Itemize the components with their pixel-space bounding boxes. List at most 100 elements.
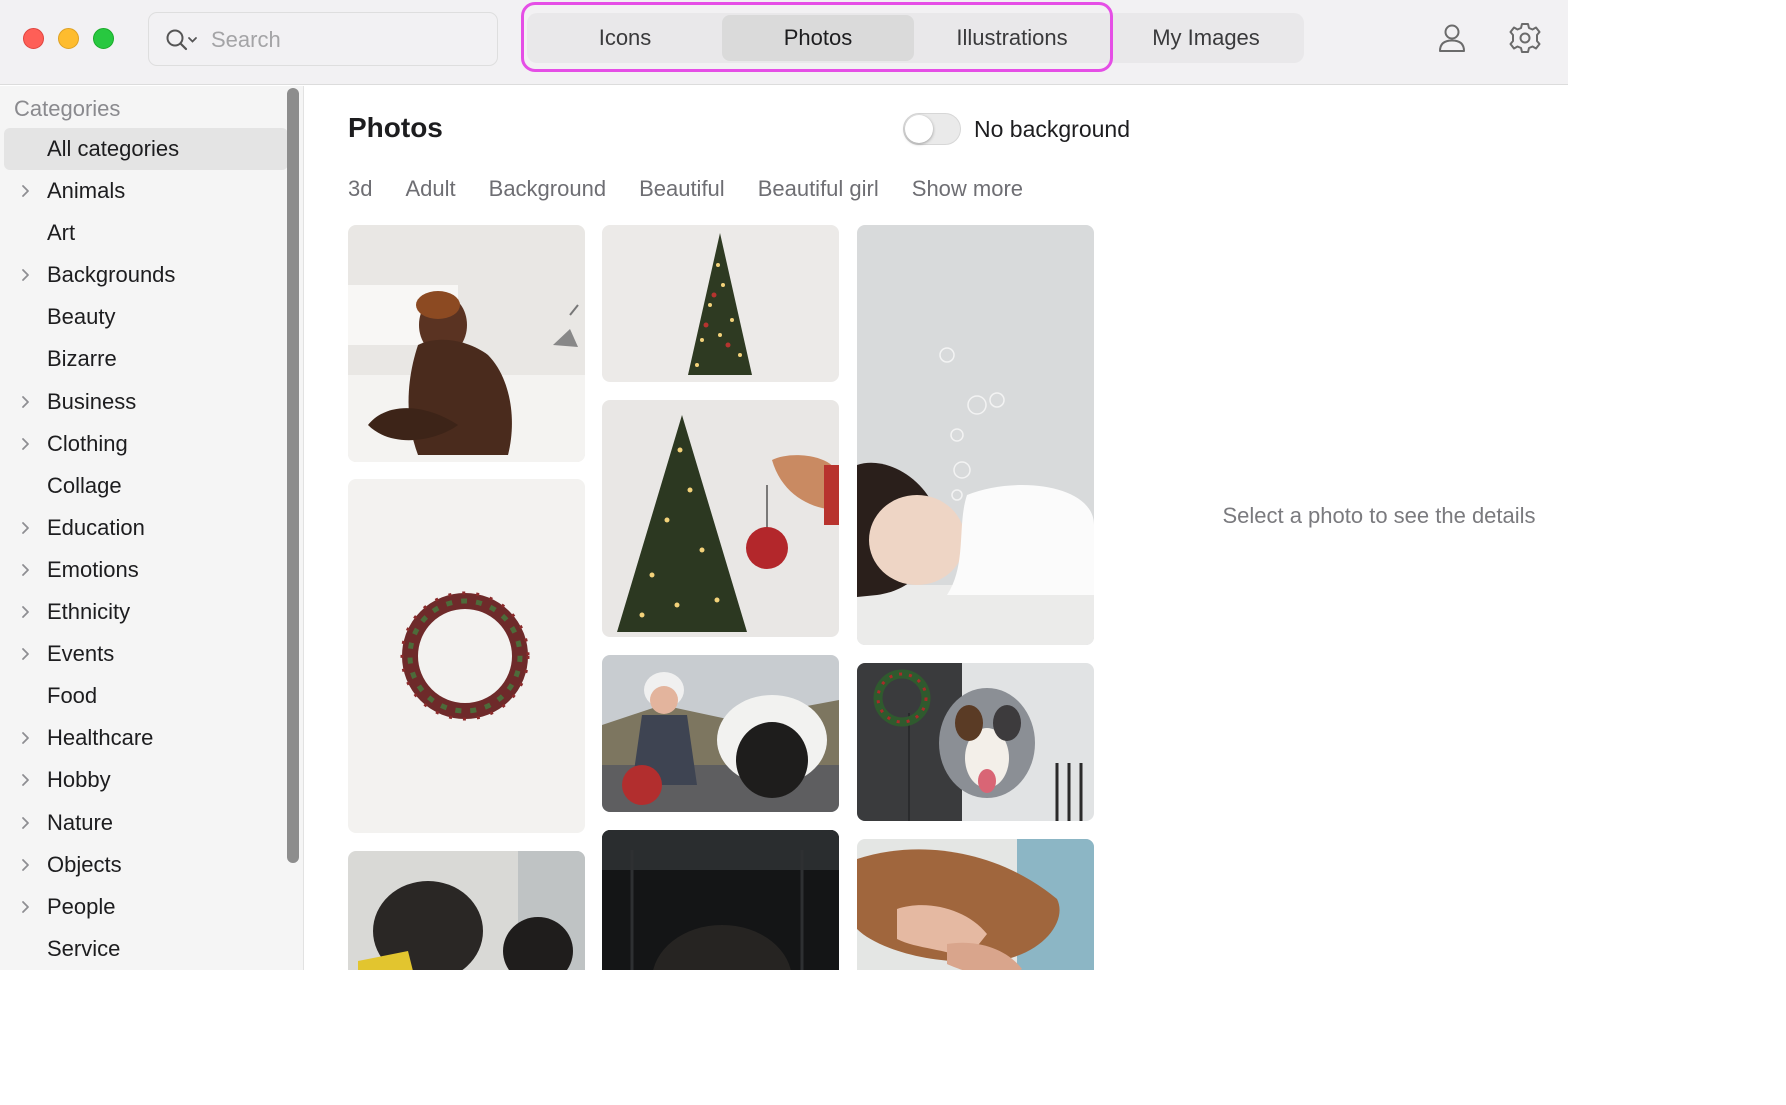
dark-pug-photo: [602, 830, 839, 970]
sidebar-item-food[interactable]: Food: [4, 675, 288, 717]
sidebar-item-animals[interactable]: Animals: [4, 170, 288, 212]
photo-tile-dark-pug[interactable]: [602, 830, 839, 970]
sidebar-item-label: Bizarre: [47, 346, 117, 372]
christmas-tree-photo: [602, 225, 839, 382]
pugs-photo: [348, 851, 585, 970]
woman-pug-scooter-photo: [602, 655, 839, 812]
close-window-button[interactable]: [23, 28, 44, 49]
sidebar-item-business[interactable]: Business: [4, 381, 288, 423]
sidebar-item-beauty[interactable]: Beauty: [4, 296, 288, 338]
sidebar-item-service[interactable]: Service: [4, 928, 288, 970]
sidebar-item-label: Food: [47, 683, 98, 709]
sidebar-item-objects[interactable]: Objects: [4, 844, 288, 886]
tag-filter-beautiful-girl[interactable]: Beautiful girl: [758, 176, 879, 202]
photo-tile-wreath[interactable]: [348, 479, 585, 833]
tag-filter-3d[interactable]: 3d: [348, 176, 372, 202]
chevron-right-icon[interactable]: [18, 772, 32, 788]
photo-tile-pugs[interactable]: [348, 851, 585, 970]
zoom-window-button[interactable]: [93, 28, 114, 49]
chevron-right-icon[interactable]: [18, 730, 32, 746]
sidebar-title: Categories: [14, 96, 121, 121]
sidebar-item-label: Collage: [47, 472, 122, 498]
no-background-label: No background: [974, 116, 1130, 142]
details-panel: Select a photo to see the details: [1182, 86, 1568, 970]
photo-tile-christmas-tree[interactable]: [602, 225, 839, 382]
sidebar-item-ethnicity[interactable]: Ethnicity: [4, 591, 288, 633]
tab-illustrations[interactable]: Illustrations: [916, 15, 1108, 61]
sidebar-item-label: Emotions: [47, 556, 139, 582]
chevron-right-icon[interactable]: [18, 562, 32, 578]
sidebar-item-healthcare[interactable]: Healthcare: [4, 717, 288, 759]
no-background-toggle[interactable]: [903, 113, 961, 145]
tag-filter-row: 3d Adult Background Beautiful Beautiful girl…: [348, 176, 1056, 202]
chevron-right-icon[interactable]: [18, 646, 32, 662]
person-icon[interactable]: [1435, 21, 1469, 55]
show-more-tags-button[interactable]: Show more: [912, 176, 1023, 202]
photo-tile-woman-sleeping[interactable]: [857, 225, 1094, 645]
sidebar-item-events[interactable]: Events: [4, 633, 288, 675]
photo-tile-dog-massage[interactable]: [857, 839, 1094, 970]
chevron-right-icon[interactable]: [18, 394, 32, 410]
gear-icon[interactable]: [1508, 21, 1542, 55]
sidebar-item-label: Healthcare: [47, 725, 154, 751]
tag-filter-background[interactable]: Background: [489, 176, 606, 202]
sidebar-item-label: Clothing: [47, 430, 128, 456]
search-field[interactable]: Search: [148, 12, 498, 66]
chevron-right-icon[interactable]: [18, 604, 32, 620]
photo-tile-woman-pug-scooter[interactable]: [602, 655, 839, 812]
sidebar-item-clothing[interactable]: Clothing: [4, 423, 288, 465]
photo-tile-dog-door[interactable]: [857, 663, 1094, 821]
sidebar-item-people[interactable]: People: [4, 886, 288, 928]
sidebar-item-label: Ethnicity: [47, 599, 131, 625]
sidebar-item-education[interactable]: Education: [4, 507, 288, 549]
title-bar: Search Icons Photos Illustrations My Ima…: [0, 0, 1568, 85]
sidebar-item-collage[interactable]: Collage: [4, 465, 288, 507]
christmas-tree-ornament-photo: [602, 400, 839, 637]
photo-tile-man-on-bed[interactable]: [348, 225, 585, 462]
photo-tile-tree-ornament[interactable]: [602, 400, 839, 637]
chevron-right-icon[interactable]: [18, 899, 32, 915]
sidebar-item-label: All categories: [47, 136, 180, 161]
dog-christmas-door-photo: [857, 663, 1094, 821]
sidebar-item-nature[interactable]: Nature: [4, 802, 288, 844]
chevron-right-icon[interactable]: [18, 815, 32, 831]
sidebar-item-hobby[interactable]: Hobby: [4, 759, 288, 801]
sidebar-item-label: Events: [47, 641, 115, 667]
minimize-window-button[interactable]: [58, 28, 79, 49]
sidebar-item-label: Backgrounds: [47, 262, 176, 288]
sidebar-item-backgrounds[interactable]: Backgrounds: [4, 254, 288, 296]
dog-massage-photo: [857, 839, 1094, 970]
photos-panel: Photos No background 3d Adult Background Be…: [305, 86, 1181, 970]
sidebar-item-label: Service: [47, 935, 121, 961]
sidebar-item-label: Animals: [47, 178, 126, 204]
chevron-right-icon[interactable]: [18, 520, 32, 536]
category-list: All categories Animals Art Backgrounds Beaut…: [4, 128, 288, 970]
chevron-right-icon[interactable]: [18, 436, 32, 452]
sidebar-item-label: Hobby: [47, 767, 111, 793]
search-icon[interactable]: [165, 28, 201, 52]
tag-filter-adult[interactable]: Adult: [405, 176, 455, 202]
sidebar-item-emotions[interactable]: Emotions: [4, 549, 288, 591]
sidebar-item-label: Education: [47, 514, 145, 540]
chevron-right-icon[interactable]: [18, 267, 32, 283]
sidebar-item-label: Art: [47, 220, 76, 246]
sidebar-scrollbar[interactable]: [287, 88, 299, 863]
sidebar-item-label: Business: [47, 388, 137, 414]
sidebar-item-all-categories[interactable]: All categories: [4, 128, 288, 171]
toggle-knob: [905, 115, 933, 143]
chevron-right-icon[interactable]: [18, 857, 32, 873]
sidebar-item-art[interactable]: Art: [4, 212, 288, 254]
tag-filter-beautiful[interactable]: Beautiful: [639, 176, 725, 202]
woman-sleeping-photo: [857, 225, 1094, 645]
tab-icons[interactable]: Icons: [529, 15, 721, 61]
sidebar-item-label: Objects: [47, 851, 122, 877]
sidebar-item-label: People: [47, 893, 116, 919]
wreath-photo: [348, 479, 585, 833]
tab-my-images[interactable]: My Images: [1110, 15, 1302, 61]
sidebar-item-bizarre[interactable]: Bizarre: [4, 338, 288, 380]
chevron-right-icon[interactable]: [18, 183, 32, 199]
details-empty-message: Select a photo to see the details: [1222, 503, 1536, 528]
content-type-tabs: Icons Photos Illustrations My Images: [527, 13, 1304, 63]
sidebar-item-label: Nature: [47, 809, 114, 835]
tab-photos[interactable]: Photos: [722, 15, 914, 61]
